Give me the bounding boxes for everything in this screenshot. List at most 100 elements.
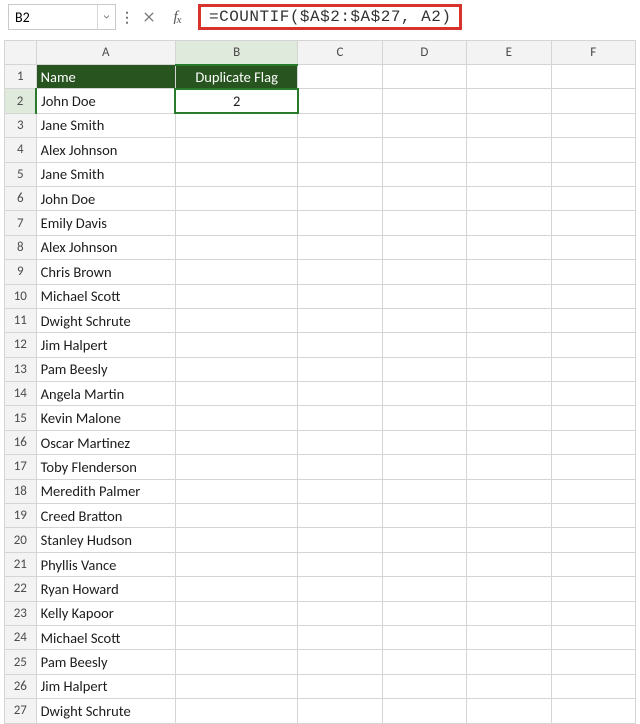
cell-D10[interactable] — [382, 284, 466, 308]
cell-F20[interactable] — [551, 528, 635, 552]
row-header[interactable]: 14 — [5, 382, 37, 406]
cell-A8[interactable]: Alex Johnson — [36, 235, 175, 259]
cell-A22[interactable]: Ryan Howard — [36, 577, 175, 601]
row-header[interactable]: 11 — [5, 308, 37, 332]
cell-D17[interactable] — [382, 455, 466, 479]
col-header-A[interactable]: A — [36, 41, 175, 65]
cell-C26[interactable] — [298, 674, 382, 698]
cell-A19[interactable]: Creed Bratton — [36, 504, 175, 528]
cell-B4[interactable] — [175, 138, 297, 162]
cell-B17[interactable] — [175, 455, 297, 479]
cell-C13[interactable] — [298, 357, 382, 381]
cell-F19[interactable] — [551, 504, 635, 528]
cell-B10[interactable] — [175, 284, 297, 308]
cell-E2[interactable] — [467, 89, 551, 113]
cell-C6[interactable] — [298, 186, 382, 210]
cell-A5[interactable]: Jane Smith — [36, 162, 175, 186]
row-header[interactable]: 6 — [5, 186, 37, 210]
cell-A26[interactable]: Jim Halpert — [36, 674, 175, 698]
select-all-corner[interactable] — [5, 41, 37, 65]
cell-F5[interactable] — [551, 162, 635, 186]
cell-E4[interactable] — [467, 138, 551, 162]
cell-E15[interactable] — [467, 406, 551, 430]
cell-C21[interactable] — [298, 552, 382, 576]
cell-A20[interactable]: Stanley Hudson — [36, 528, 175, 552]
cell-A18[interactable]: Meredith Palmer — [36, 479, 175, 503]
cell-F12[interactable] — [551, 333, 635, 357]
cell-F26[interactable] — [551, 674, 635, 698]
col-header-F[interactable]: F — [551, 41, 635, 65]
cell-B5[interactable] — [175, 162, 297, 186]
cell-B19[interactable] — [175, 504, 297, 528]
cell-B8[interactable] — [175, 235, 297, 259]
cell-D25[interactable] — [382, 650, 466, 674]
cell-C20[interactable] — [298, 528, 382, 552]
cell-D22[interactable] — [382, 577, 466, 601]
cell-E3[interactable] — [467, 113, 551, 137]
cell-E14[interactable] — [467, 382, 551, 406]
row-header[interactable]: 20 — [5, 528, 37, 552]
cell-D23[interactable] — [382, 601, 466, 625]
cell-C14[interactable] — [298, 382, 382, 406]
cell-C15[interactable] — [298, 406, 382, 430]
cell-D27[interactable] — [382, 699, 466, 723]
cell-D8[interactable] — [382, 235, 466, 259]
row-header[interactable]: 8 — [5, 235, 37, 259]
cell-C9[interactable] — [298, 260, 382, 284]
cell-A1[interactable]: Name — [36, 65, 175, 89]
cell-C10[interactable] — [298, 284, 382, 308]
cell-F27[interactable] — [551, 699, 635, 723]
cell-F25[interactable] — [551, 650, 635, 674]
cell-E13[interactable] — [467, 357, 551, 381]
cell-A14[interactable]: Angela Martin — [36, 382, 175, 406]
cell-A4[interactable]: Alex Johnson — [36, 138, 175, 162]
cell-A11[interactable]: Dwight Schrute — [36, 308, 175, 332]
cell-C19[interactable] — [298, 504, 382, 528]
cell-E10[interactable] — [467, 284, 551, 308]
cell-D13[interactable] — [382, 357, 466, 381]
cell-D1[interactable] — [382, 65, 466, 89]
col-header-E[interactable]: E — [467, 41, 551, 65]
cell-B23[interactable] — [175, 601, 297, 625]
cell-A23[interactable]: Kelly Kapoor — [36, 601, 175, 625]
cell-A2[interactable]: John Doe — [36, 89, 175, 113]
cell-F21[interactable] — [551, 552, 635, 576]
cell-E9[interactable] — [467, 260, 551, 284]
cell-C16[interactable] — [298, 430, 382, 454]
cell-B2[interactable]: 2 — [175, 89, 297, 113]
cell-D16[interactable] — [382, 430, 466, 454]
cell-A3[interactable]: Jane Smith — [36, 113, 175, 137]
cell-E23[interactable] — [467, 601, 551, 625]
cell-B15[interactable] — [175, 406, 297, 430]
row-header[interactable]: 26 — [5, 674, 37, 698]
cell-A27[interactable]: Dwight Schrute — [36, 699, 175, 723]
cell-B6[interactable] — [175, 186, 297, 210]
cell-F16[interactable] — [551, 430, 635, 454]
cell-D12[interactable] — [382, 333, 466, 357]
cell-C12[interactable] — [298, 333, 382, 357]
cell-B18[interactable] — [175, 479, 297, 503]
cell-E17[interactable] — [467, 455, 551, 479]
row-header[interactable]: 24 — [5, 625, 37, 649]
cell-E24[interactable] — [467, 625, 551, 649]
cell-A10[interactable]: Michael Scott — [36, 284, 175, 308]
col-header-B[interactable]: B — [175, 41, 297, 65]
cell-F4[interactable] — [551, 138, 635, 162]
cell-E8[interactable] — [467, 235, 551, 259]
cell-D26[interactable] — [382, 674, 466, 698]
row-header[interactable]: 4 — [5, 138, 37, 162]
cell-C5[interactable] — [298, 162, 382, 186]
cell-C25[interactable] — [298, 650, 382, 674]
cell-D11[interactable] — [382, 308, 466, 332]
cell-B13[interactable] — [175, 357, 297, 381]
cell-D5[interactable] — [382, 162, 466, 186]
cancel-button[interactable] — [138, 4, 160, 30]
cell-F1[interactable] — [551, 65, 635, 89]
row-header[interactable]: 22 — [5, 577, 37, 601]
cell-C23[interactable] — [298, 601, 382, 625]
insert-function-button[interactable]: fx — [166, 4, 188, 30]
cell-C3[interactable] — [298, 113, 382, 137]
row-header[interactable]: 25 — [5, 650, 37, 674]
col-header-D[interactable]: D — [382, 41, 466, 65]
cell-A6[interactable]: John Doe — [36, 186, 175, 210]
